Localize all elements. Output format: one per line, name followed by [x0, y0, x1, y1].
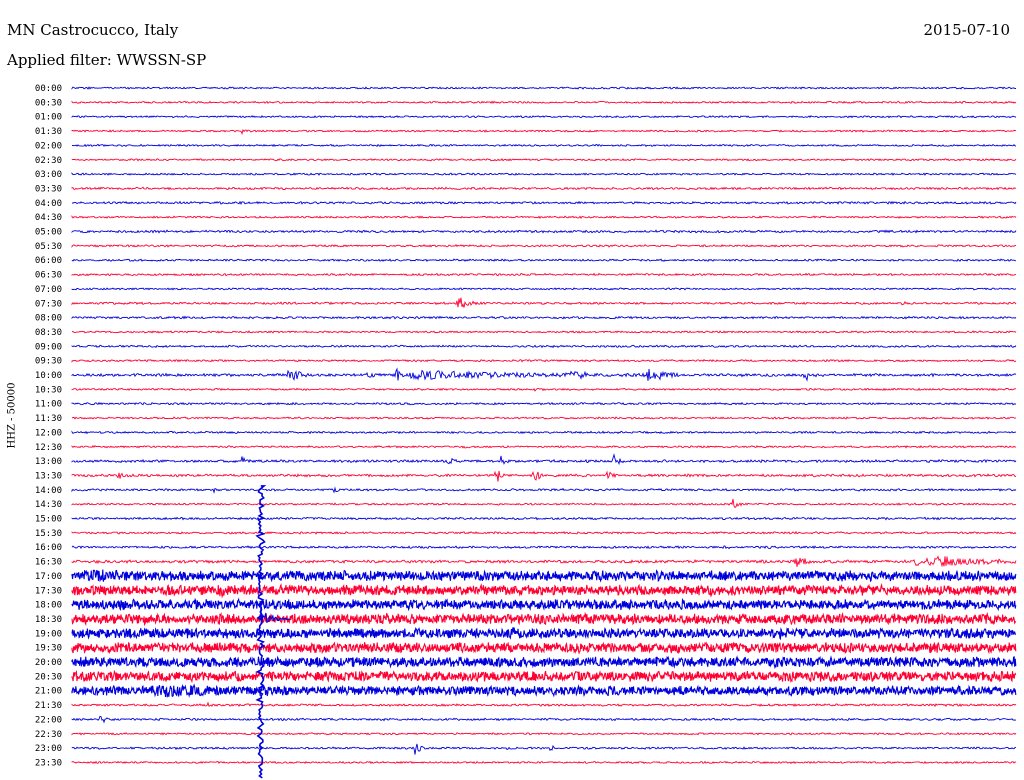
trace-0700	[71, 287, 1017, 291]
helicorder-plot: 00:00 00:30 01:00 01:30 02:00 02:30 03:00 03:30…	[35, 84, 1017, 779]
trace-1730	[71, 582, 1017, 599]
trace-1800	[71, 597, 1017, 612]
row-label: 05:00	[35, 228, 62, 238]
trace-0100	[71, 115, 1017, 119]
row-label: 18:00	[35, 601, 62, 611]
row-label: 08:00	[35, 314, 62, 324]
trace-0000	[71, 86, 1016, 90]
row-label: 09:30	[35, 357, 62, 367]
row-label: 19:00	[35, 629, 62, 639]
trace-1330	[71, 470, 1017, 482]
row-label: 17:30	[35, 586, 62, 596]
trace-1600	[71, 545, 1017, 550]
trace-2100	[71, 683, 1017, 698]
trace-1530	[71, 530, 1017, 535]
trace-1030	[71, 387, 1017, 392]
row-label: 16:30	[35, 558, 62, 568]
trace-0600	[71, 258, 1017, 262]
row-label: 07:00	[35, 285, 62, 295]
row-label: 00:30	[35, 98, 62, 108]
row-label: 19:30	[35, 644, 62, 654]
trace-0530	[71, 243, 1017, 248]
trace-0230	[71, 157, 1017, 162]
row-label: 13:30	[35, 471, 62, 481]
trace-0800	[71, 315, 1017, 320]
trace-2000	[71, 655, 1017, 670]
row-label: 22:30	[35, 730, 62, 740]
trace-1500	[71, 516, 1017, 521]
row-labels: 00:00 00:30 01:00 01:30 02:00 02:30 03:00 03:30…	[35, 84, 62, 768]
row-label: 05:30	[35, 242, 62, 252]
row-label: 07:30	[35, 299, 62, 309]
row-label: 01:00	[35, 113, 62, 123]
trace-2030	[71, 669, 1017, 684]
row-label: 12:00	[35, 428, 62, 438]
row-label: 11:00	[35, 400, 62, 410]
trace-1000	[71, 367, 1017, 382]
row-label: 12:30	[35, 443, 62, 453]
trace-0930	[71, 358, 1017, 363]
trace-0500	[71, 229, 1017, 234]
trace-0300	[71, 172, 1017, 176]
trace-1930	[71, 641, 1017, 655]
trace-0430	[71, 215, 1017, 219]
row-label: 02:30	[35, 156, 62, 166]
row-label: 14:00	[35, 486, 62, 496]
row-label: 21:30	[35, 701, 62, 711]
trace-0200	[71, 143, 1017, 148]
trace-0030	[71, 100, 1017, 104]
trace-rows	[71, 86, 1017, 765]
row-label: 03:30	[35, 184, 62, 194]
row-label: 20:00	[35, 658, 62, 668]
trace-2330	[71, 760, 1017, 765]
row-label: 08:30	[35, 328, 62, 338]
trace-1230	[71, 445, 1016, 449]
trace-1430	[71, 498, 1017, 509]
row-label: 13:00	[35, 457, 62, 467]
trace-1130	[71, 416, 1017, 420]
trace-1700	[71, 569, 1017, 583]
trace-2300	[71, 743, 1017, 755]
row-label: 04:30	[35, 213, 62, 223]
trace-0730	[71, 297, 1017, 308]
row-label: 06:00	[35, 256, 62, 266]
trace-2230	[71, 732, 1017, 736]
trace-1200	[71, 430, 1017, 435]
row-label: 14:30	[35, 500, 62, 510]
row-label: 15:30	[35, 529, 62, 539]
row-label: 23:00	[35, 744, 62, 754]
trace-0330	[71, 186, 1017, 191]
row-label: 04:00	[35, 199, 62, 209]
trace-1400	[71, 486, 1017, 494]
row-label: 22:00	[35, 715, 62, 725]
row-label: 20:30	[35, 672, 62, 682]
row-label: 02:00	[35, 141, 62, 151]
row-label: 06:30	[35, 271, 62, 281]
trace-1630	[71, 555, 1017, 568]
trace-1100	[71, 401, 1016, 406]
row-label: 00:00	[35, 84, 62, 94]
row-label: 10:00	[35, 371, 62, 381]
trace-1300	[71, 453, 1017, 466]
row-label: 18:30	[35, 615, 62, 625]
row-label: 15:00	[35, 515, 62, 525]
row-label: 16:00	[35, 543, 62, 553]
row-label: 21:00	[35, 687, 62, 697]
row-label: 10:30	[35, 385, 62, 395]
trace-0900	[71, 344, 1017, 349]
trace-2200	[71, 715, 1017, 724]
trace-1830	[71, 611, 1017, 627]
row-label: 11:30	[35, 414, 62, 424]
row-label: 01:30	[35, 127, 62, 137]
trace-0130	[71, 128, 1017, 136]
trace-0630	[71, 272, 1017, 277]
row-label: 23:30	[35, 758, 62, 768]
trace-1900	[71, 626, 1017, 641]
trace-0400	[71, 200, 1017, 205]
trace-2130	[71, 701, 1017, 708]
trace-0830	[71, 330, 1017, 334]
row-label: 17:00	[35, 572, 62, 582]
row-label: 09:00	[35, 342, 62, 352]
row-label: 03:00	[35, 170, 62, 180]
